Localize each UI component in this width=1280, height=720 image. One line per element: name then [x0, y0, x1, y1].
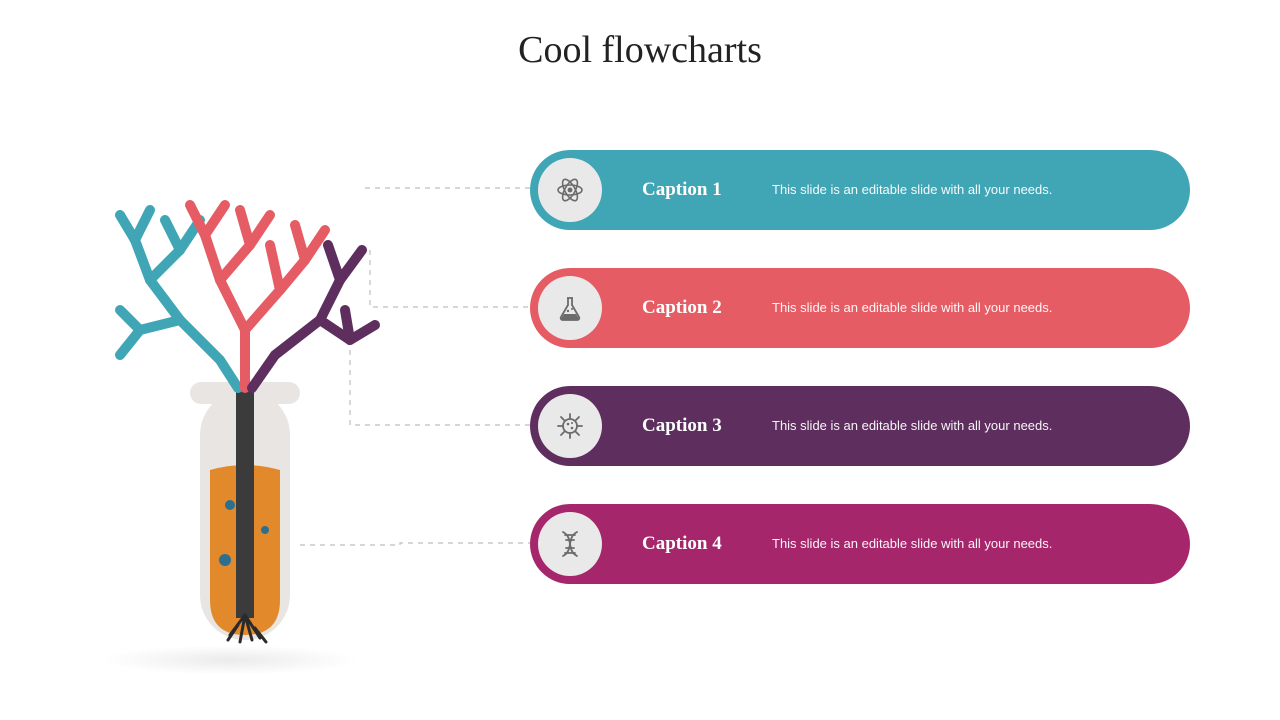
caption-title: Caption 1 [642, 179, 772, 201]
caption-pill-4: Caption 4 This slide is an editable slid… [530, 504, 1190, 584]
dna-icon [538, 512, 602, 576]
caption-list: Caption 1 This slide is an editable slid… [530, 150, 1190, 584]
caption-desc: This slide is an editable slide with all… [772, 180, 1102, 200]
slide-title: Cool flowcharts [0, 28, 1280, 72]
caption-title: Caption 3 [642, 415, 772, 437]
flask-icon [538, 276, 602, 340]
caption-title: Caption 2 [642, 297, 772, 319]
caption-pill-1: Caption 1 This slide is an editable slid… [530, 150, 1190, 230]
microbe-icon [538, 394, 602, 458]
caption-desc: This slide is an editable slide with all… [772, 534, 1102, 554]
atom-icon [538, 158, 602, 222]
caption-desc: This slide is an editable slide with all… [772, 298, 1102, 318]
test-tube-tree-illustration [90, 130, 390, 680]
tube-shadow [100, 645, 360, 675]
caption-title: Caption 4 [642, 533, 772, 555]
caption-pill-3: Caption 3 This slide is an editable slid… [530, 386, 1190, 466]
caption-desc: This slide is an editable slide with all… [772, 416, 1102, 436]
caption-pill-2: Caption 2 This slide is an editable slid… [530, 268, 1190, 348]
